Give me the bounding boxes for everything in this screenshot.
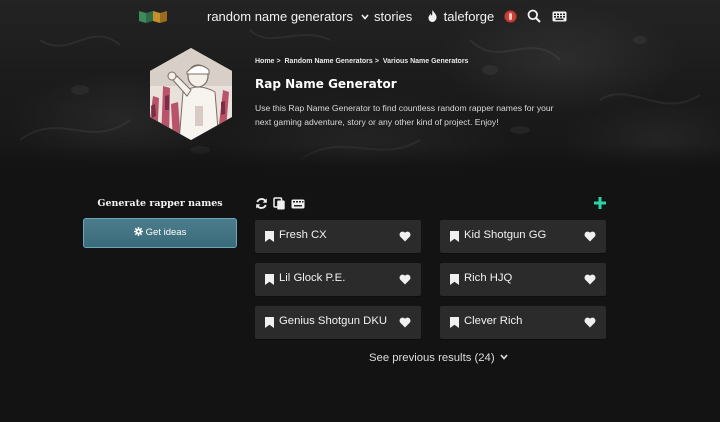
result-name: Kid Shotgun GG (464, 229, 547, 241)
result-card[interactable]: Lil Glock P.E. (255, 263, 421, 296)
heart-icon[interactable] (399, 231, 411, 242)
keyboard-icon[interactable] (552, 11, 567, 22)
heart-icon[interactable] (584, 317, 596, 328)
chevron-down-icon (361, 14, 369, 20)
result-card[interactable]: Rich HJQ (440, 263, 606, 296)
heart-icon[interactable] (584, 274, 596, 285)
previous-results-label: See previous results (24) (369, 352, 495, 364)
chevron-down-icon (500, 354, 508, 360)
result-name: Genius Shotgun DKU (279, 315, 388, 327)
copy-icon[interactable] (273, 197, 286, 210)
breadcrumb-home[interactable]: Home (255, 58, 274, 65)
search-icon[interactable] (527, 9, 541, 23)
nav-generators-label: random name generators (207, 9, 353, 24)
page-description: Use this Rap Name Generator to find coun… (255, 103, 554, 127)
heart-icon[interactable] (399, 274, 411, 285)
refresh-icon[interactable] (255, 197, 268, 210)
bookmark-icon[interactable] (265, 274, 274, 285)
generate-heading: Generate rapper names (97, 198, 223, 209)
flame-icon (428, 10, 437, 22)
result-card[interactable]: Genius Shotgun DKU (255, 306, 421, 339)
nav-taleforge-label: taleforge (443, 9, 495, 24)
nav-random-name-generators[interactable]: random name generators (207, 9, 369, 24)
bookmark-icon[interactable] (450, 274, 459, 285)
result-name: Rich HJQ (464, 272, 513, 284)
generator-illustration (150, 48, 232, 140)
keyboard-icon[interactable] (291, 199, 305, 209)
result-name: Clever Rich (464, 315, 523, 327)
bookmark-icon[interactable] (265, 231, 274, 242)
nav-taleforge[interactable]: taleforge (428, 9, 494, 24)
bookmark-icon[interactable] (265, 317, 274, 328)
breadcrumb: Home > Random Name Generators > Various Na… (255, 58, 470, 65)
gear-icon (133, 227, 143, 236)
result-card[interactable]: Fresh CX (255, 220, 421, 253)
result-card[interactable]: Kid Shotgun GG (440, 220, 606, 253)
plus-icon[interactable] (593, 196, 607, 210)
breadcrumb-separator: > (276, 58, 281, 65)
result-name: Lil Glock P.E. (279, 272, 346, 284)
nav-stories[interactable]: stories (374, 9, 412, 24)
bookmark-icon[interactable] (450, 231, 459, 242)
hero-fade (0, 144, 720, 170)
breadcrumb-various-name-generators[interactable]: Various Name Generators (383, 58, 469, 65)
bookmark-icon[interactable] (450, 317, 459, 328)
get-ideas-button[interactable]: Get ideas (83, 218, 237, 248)
breadcrumb-separator: > (374, 58, 379, 65)
result-name: Fresh CX (279, 229, 327, 241)
hero-header: random name generators stories taleforge (0, 0, 720, 170)
logo-icon[interactable] (139, 10, 167, 24)
avatar-icon[interactable] (504, 10, 517, 23)
page-title: Rap Name Generator (255, 77, 397, 91)
result-card[interactable]: Clever Rich (440, 306, 606, 339)
top-nav: random name generators stories taleforge (0, 7, 720, 27)
see-previous-results-link[interactable]: See previous results (24) (369, 352, 508, 364)
heart-icon[interactable] (399, 317, 411, 328)
breadcrumb-random-name-generators[interactable]: Random Name Generators (285, 58, 373, 65)
get-ideas-label: Get ideas (145, 227, 187, 238)
heart-icon[interactable] (584, 231, 596, 242)
